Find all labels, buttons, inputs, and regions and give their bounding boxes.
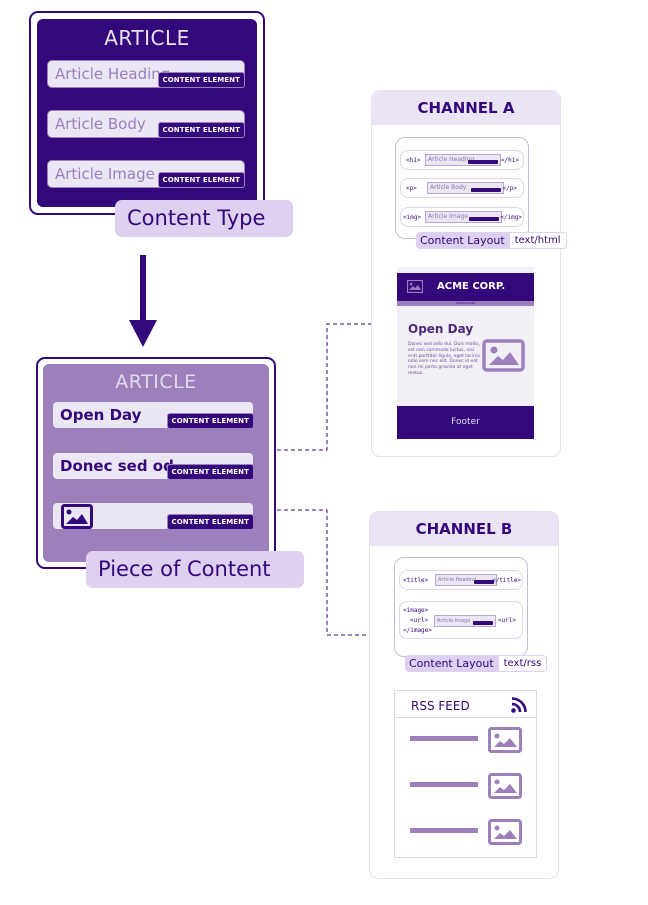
content-element-badge: CONTENT ELEMENT [157,172,245,188]
rss-preview: RSS FEED [394,690,537,858]
layout-row: <img> Article Image </img> [400,207,524,227]
piece-of-content-caption: Piece of Content [86,551,304,588]
rss-icon [511,697,527,713]
channel-a-content-layout: <h1> Article Heading </h1> <p> Article B… [395,137,529,239]
web-body-text: Donec sed odio dui. Duis mollis, est non… [408,342,481,376]
piece-field: Donec sed od... CONTENT ELEMENT [52,452,254,480]
content-format: text/html [508,232,567,249]
mini-field-label: Article Heading [438,577,477,583]
mini-badge [474,580,494,584]
piece-field: CONTENT ELEMENT [52,502,254,530]
mini-badge [469,217,499,221]
rss-item-image-icon [488,773,522,799]
web-image-icon [482,339,525,372]
mini-field-label: Article Image [437,618,471,624]
rss-title: RSS FEED [411,699,470,713]
mini-field: Article Image [425,211,502,223]
rss-item-image-icon [488,727,522,753]
rss-item-image-icon [488,819,522,845]
content-type-field: Article Heading CONTENT ELEMENT [47,60,245,88]
open-tag: <p> [406,185,417,192]
mini-badge [468,160,498,164]
content-layout-label: Content Layout text/rss [405,655,548,672]
down-arrow [129,255,157,347]
web-brand: ACME CORP. [437,281,506,292]
piece-field: Open Day CONTENT ELEMENT [52,401,254,429]
web-preview: ACME CORP. NAVIGATION Open Day Donec sed… [397,267,534,439]
close-tag: </img> [500,214,522,221]
content-element-badge: CONTENT ELEMENT [166,413,254,429]
content-layout-text: Content Layout [405,655,498,672]
content-element-badge: CONTENT ELEMENT [157,122,245,138]
close-tag: </h1> [500,157,519,164]
rss-item-line [410,782,478,787]
field-label: Article Body [55,115,146,133]
content-format: text/rss [497,655,548,672]
content-layout-label: Content Layout text/html [416,232,567,249]
content-type-caption: Content Type [115,200,293,237]
open-tag: <title> [403,577,429,584]
web-header: ACME CORP. [397,273,534,301]
field-label: Article Heading [55,65,171,83]
content-layout-text: Content Layout [416,232,509,249]
inner-close-tag: <url> [497,617,516,624]
mini-field: Article Image [434,615,496,627]
content-type-field: Article Image CONTENT ELEMENT [47,160,245,188]
channel-b-content-layout: <title> Article Heading </title> <image>… [394,557,528,657]
piece-of-content-card: ARTICLE Open Day CONTENT ELEMENT Donec s… [36,357,276,569]
mini-badge [473,621,493,625]
web-navigation: NAVIGATION [397,301,534,306]
mini-field-label: Article Image [428,213,468,220]
close-tag: </image> [403,627,432,634]
content-element-badge: CONTENT ELEMENT [166,514,254,530]
close-tag: </p> [502,185,517,192]
open-tag: <image> [403,607,429,614]
close-tag: </title> [492,577,521,584]
mini-badge [471,188,501,192]
web-footer: Footer [397,406,534,439]
rss-item-line [410,828,478,833]
channel-b-title: CHANNEL B [370,512,558,546]
logo-image-icon [407,280,423,293]
content-type-title: ARTICLE [104,26,190,50]
open-tag: <img> [403,214,422,221]
field-label: Article Image [55,165,155,183]
mini-field: Article Heading [435,574,497,586]
piece-title: ARTICLE [115,371,197,393]
layout-row: <title> Article Heading </title> [399,570,523,590]
field-value: Open Day [60,406,142,424]
rss-header: RSS FEED [395,691,536,718]
layout-row: <image> <url> Article Image <url> </imag… [399,601,523,639]
image-icon [61,504,93,529]
mini-field-label: Article Body [430,184,467,191]
mini-field: Article Body [427,182,504,194]
mini-field: Article Heading [425,154,501,166]
layout-row: <p> Article Body </p> [400,178,524,198]
content-element-badge: CONTENT ELEMENT [166,464,254,480]
content-type-card: ARTICLE Article Heading CONTENT ELEMENT … [29,11,265,215]
web-heading: Open Day [408,322,474,336]
inner-open-tag: <url> [410,617,429,624]
content-type-field: Article Body CONTENT ELEMENT [47,110,245,138]
content-element-badge: CONTENT ELEMENT [157,72,245,88]
channel-a-title: CHANNEL A [372,91,560,125]
layout-row: <h1> Article Heading </h1> [400,150,524,170]
rss-item-line [410,736,478,741]
connector-channel-a [277,323,372,451]
open-tag: <h1> [406,157,421,164]
